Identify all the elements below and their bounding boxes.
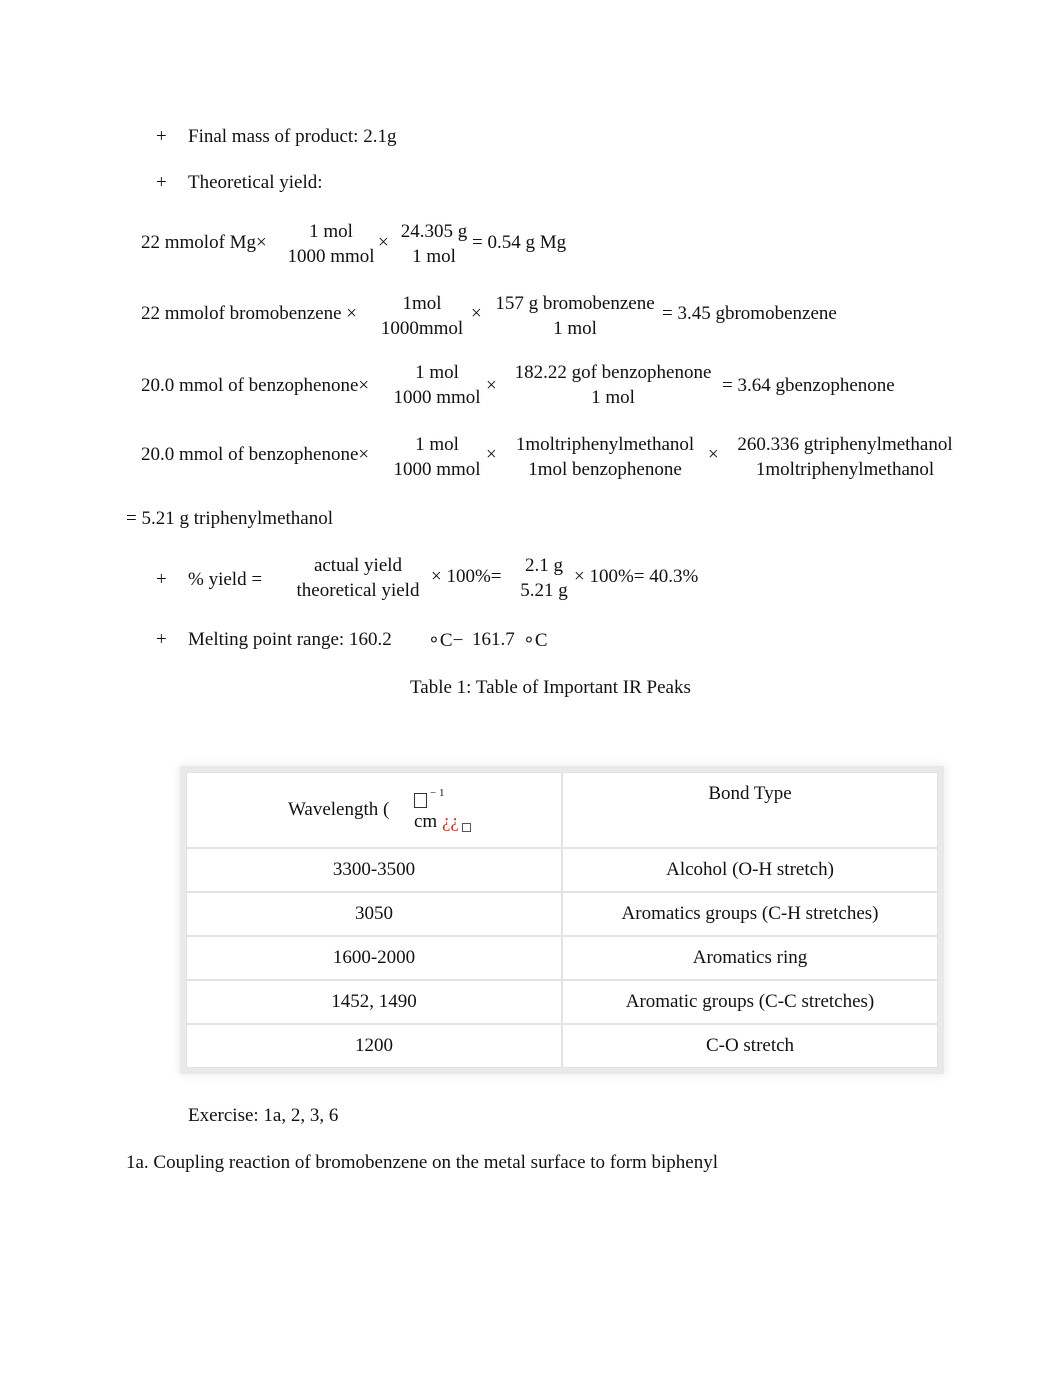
calc-result: = 0.54 g Mg	[472, 232, 567, 253]
denominator: 1000 mmol	[393, 387, 481, 408]
cell-wavelength: 1200	[186, 1024, 562, 1068]
times-100: × 100%=	[431, 566, 502, 587]
degree-unit: ∘C−	[428, 630, 464, 651]
denominator: 1moltriphenylmethanol	[755, 459, 935, 480]
fraction: 157 g bromobenzene 1 mol	[488, 291, 662, 341]
calc-result: = 5.21 g triphenylmethanol	[126, 508, 334, 529]
times-sign: ×	[708, 444, 719, 465]
missing-glyph-icon	[462, 823, 471, 832]
calc-lead: 22 mmolof bromobenzene ×	[141, 303, 357, 324]
fraction: actual yield theoretical yield	[284, 553, 432, 603]
calc-lead: 20.0 mmol of benzophenone×	[141, 375, 370, 396]
calc-lead: 22 mmolof Mg×	[141, 232, 267, 253]
answer-1a: 1a. Coupling reaction of bromobenzene on…	[126, 1152, 718, 1173]
times-sign: ×	[486, 444, 497, 465]
times-sign: ×	[486, 375, 497, 396]
table-row: 3300-3500 Alcohol (O-H stretch)	[186, 848, 938, 892]
cell-bond-type: Aromatic groups (C-C stretches)	[562, 980, 938, 1024]
numerator: 1 mol	[309, 221, 353, 242]
fraction: 182.22 gof benzophenone 1 mol	[503, 360, 723, 410]
cell-wavelength: 3050	[186, 892, 562, 936]
table-row: 1200 C-O stretch	[186, 1024, 938, 1068]
fraction: 1moltriphenylmethanol 1mol benzophenone	[503, 432, 707, 482]
denominator: 1000mmol	[380, 318, 464, 339]
denominator: 1000 mmol	[393, 459, 481, 480]
numerator: 1moltriphenylmethanol	[515, 434, 695, 455]
fraction: 260.336 gtriphenylmethanol 1moltriphenyl…	[724, 432, 966, 482]
table-caption: Table 1: Table of Important IR Peaks	[410, 677, 691, 698]
bullet-marker: +	[156, 172, 167, 193]
numerator: 1mol	[402, 293, 442, 314]
yield-label: % yield =	[188, 569, 263, 590]
denominator: theoretical yield	[296, 580, 420, 601]
header-bond-type: Bond Type	[562, 772, 938, 848]
bullet-marker: +	[156, 629, 167, 650]
numerator: actual yield	[313, 555, 403, 576]
fraction: 1mol 1000mmol	[374, 291, 470, 341]
denominator: 1mol benzophenone	[528, 459, 682, 480]
header-wavelength: Wavelength ( − 1 cm ¿¿	[186, 772, 562, 848]
theoretical-yield-label: Theoretical yield:	[188, 172, 323, 193]
calc-result: = 3.45 gbromobenzene	[662, 303, 837, 324]
cell-bond-type: Aromatics groups (C-H stretches)	[562, 892, 938, 936]
exercise-heading: Exercise: 1a, 2, 3, 6	[188, 1105, 339, 1126]
melting-point-text: Melting point range: 160.2	[188, 629, 392, 650]
denominator: 1 mol	[591, 387, 635, 408]
table-header-row: Wavelength ( − 1 cm ¿¿ Bond Type	[186, 772, 938, 848]
melting-point-high: 161.7	[472, 629, 515, 650]
ir-peaks-table: Wavelength ( − 1 cm ¿¿ Bond Type 3300-35…	[186, 772, 938, 1068]
numerator: 182.22 gof benzophenone	[514, 362, 712, 383]
header-unit: cm	[414, 811, 438, 832]
fraction: 1 mol 1000 mmol	[388, 360, 486, 410]
fraction: 1 mol 1000 mmol	[284, 219, 378, 269]
numerator: 1 mol	[415, 434, 459, 455]
numerator: 2.1 g	[525, 555, 563, 576]
times-sign: ×	[378, 232, 389, 253]
denominator: 1000 mmol	[287, 246, 375, 267]
denominator: 1 mol	[412, 246, 456, 267]
header-exponent: − 1	[430, 787, 445, 799]
yield-result: × 100%= 40.3%	[574, 566, 699, 587]
fraction: 1 mol 1000 mmol	[388, 432, 486, 482]
cell-bond-type: Alcohol (O-H stretch)	[562, 848, 938, 892]
numerator: 1 mol	[415, 362, 459, 383]
numerator: 24.305 g	[400, 221, 468, 242]
denominator: 1 mol	[553, 318, 597, 339]
final-mass-text: Final mass of product: 2.1g	[188, 126, 397, 147]
fraction: 24.305 g 1 mol	[395, 219, 473, 269]
table-row: 1600-2000 Aromatics ring	[186, 936, 938, 980]
numerator: 157 g bromobenzene	[495, 293, 655, 314]
degree-unit: ∘C	[523, 630, 548, 651]
calc-lead: 20.0 mmol of benzophenone×	[141, 444, 370, 465]
denominator: 5.21 g	[520, 580, 568, 601]
table-row: 3050 Aromatics groups (C-H stretches)	[186, 892, 938, 936]
bullet-marker: +	[156, 126, 167, 147]
numerator: 260.336 gtriphenylmethanol	[737, 434, 953, 455]
cell-wavelength: 1600-2000	[186, 936, 562, 980]
table-row: 1452, 1490 Aromatic groups (C-C stretche…	[186, 980, 938, 1024]
cell-bond-type: Aromatics ring	[562, 936, 938, 980]
header-garbled-chars: ¿¿	[442, 811, 459, 832]
fraction: 2.1 g 5.21 g	[515, 553, 573, 603]
calc-result: = 3.64 gbenzophenone	[722, 375, 895, 396]
cell-wavelength: 3300-3500	[186, 848, 562, 892]
cell-bond-type: C-O stretch	[562, 1024, 938, 1068]
times-sign: ×	[471, 303, 482, 324]
cell-wavelength: 1452, 1490	[186, 980, 562, 1024]
bullet-marker: +	[156, 569, 167, 590]
header-wavelength-label: Wavelength (	[288, 799, 390, 820]
missing-glyph-icon	[414, 793, 427, 808]
